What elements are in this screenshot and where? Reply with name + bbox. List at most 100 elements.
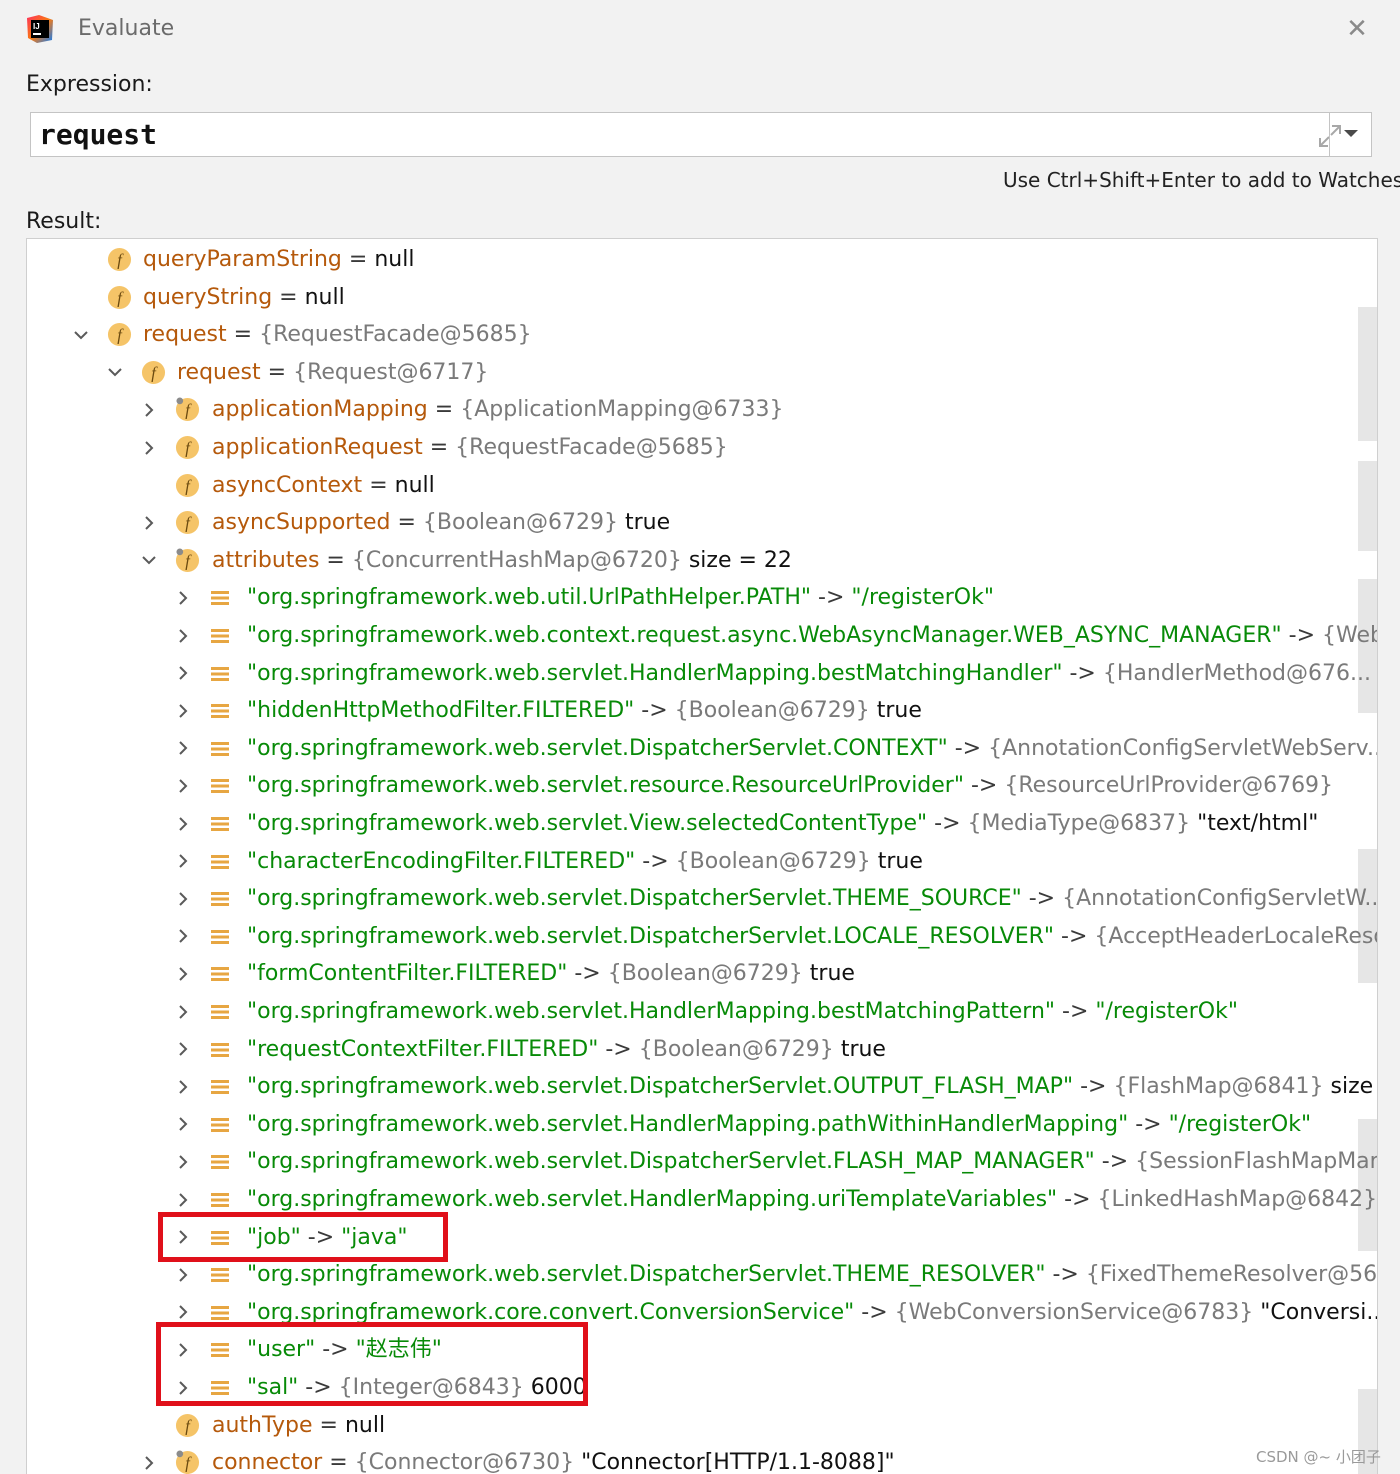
- tree-row[interactable]: "characterEncodingFilter.FILTERED" -> {B…: [27, 843, 1377, 880]
- chevron-down-icon[interactable]: [69, 316, 93, 353]
- operator: ->: [642, 848, 669, 874]
- chevron-right-icon[interactable]: [171, 1219, 195, 1256]
- map-entry-icon: [211, 854, 229, 869]
- tree-row-text: asyncContext = null: [212, 467, 435, 504]
- tree-row[interactable]: "org.springframework.web.servlet.resourc…: [27, 767, 1377, 804]
- chevron-right-icon[interactable]: [171, 1143, 195, 1180]
- tree-row-text: "org.springframework.web.servlet.View.se…: [247, 805, 1318, 842]
- type-label: {Request@6717}: [293, 359, 489, 385]
- chevron-right-icon[interactable]: [171, 1256, 195, 1293]
- chevron-right-icon[interactable]: [137, 429, 161, 466]
- result-tree[interactable]: f queryParamString = null f queryString = n…: [26, 238, 1378, 1474]
- chevron-right-icon[interactable]: [171, 880, 195, 917]
- chevron-right-icon[interactable]: [171, 1031, 195, 1068]
- tree-row[interactable]: "user" -> "赵志伟": [27, 1331, 1377, 1368]
- tree-row[interactable]: f applicationMapping = {ApplicationMappin…: [27, 391, 1377, 428]
- chevron-right-icon[interactable]: [171, 692, 195, 729]
- tree-row[interactable]: "org.springframework.web.servlet.View.se…: [27, 805, 1377, 842]
- tree-row[interactable]: f queryParamString = null: [27, 241, 1377, 278]
- operator: ->: [322, 1337, 349, 1363]
- map-entry-icon: [211, 591, 229, 606]
- chevron-right-icon[interactable]: [171, 617, 195, 654]
- tree-row[interactable]: f connector = {Connector@6730} "Connector…: [27, 1444, 1377, 1474]
- tree-row[interactable]: "job" -> "java": [27, 1219, 1377, 1256]
- tree-row[interactable]: f asyncSupported = {Boolean@6729} true: [27, 504, 1377, 541]
- tree-row[interactable]: f request = {Request@6717}: [27, 354, 1377, 391]
- chevron-right-icon[interactable]: [171, 805, 195, 842]
- tree-row[interactable]: "hiddenHttpMethodFilter.FILTERED" -> {Bo…: [27, 692, 1377, 729]
- map-entry-icon: [211, 1155, 229, 1170]
- chevron-right-icon[interactable]: [137, 504, 161, 541]
- field-name: connector: [212, 1450, 323, 1474]
- chevron-down-icon[interactable]: [103, 354, 127, 391]
- tree-row[interactable]: f queryString = null: [27, 279, 1377, 316]
- tree-row[interactable]: "formContentFilter.FILTERED" -> {Boolean…: [27, 955, 1377, 992]
- chevron-down-icon[interactable]: [137, 542, 161, 579]
- chevron-right-icon[interactable]: [171, 918, 195, 955]
- tree-row[interactable]: "org.springframework.web.servlet.Dispatc…: [27, 1143, 1377, 1180]
- chevron-right-icon[interactable]: [171, 730, 195, 767]
- tree-row[interactable]: "org.springframework.web.servlet.Dispatc…: [27, 918, 1377, 955]
- chevron-right-icon[interactable]: [171, 655, 195, 692]
- tree-row[interactable]: f request = {RequestFacade@5685}: [27, 316, 1377, 353]
- value-text: "Connector[HTTP/1.1-8088]": [581, 1450, 895, 1474]
- expression-editor[interactable]: [30, 112, 1372, 157]
- tree-row[interactable]: "org.springframework.web.servlet.Dispatc…: [27, 1068, 1377, 1105]
- tree-row-text: "org.springframework.web.servlet.Dispatc…: [247, 730, 1377, 767]
- type-label: {Connector@6730}: [354, 1450, 575, 1474]
- chevron-right-icon[interactable]: [137, 1444, 161, 1474]
- chevron-right-icon[interactable]: [171, 1331, 195, 1368]
- expression-input[interactable]: [31, 113, 1291, 156]
- chevron-right-icon[interactable]: [171, 1068, 195, 1105]
- tree-row-text: "org.springframework.web.servlet.Dispatc…: [247, 1143, 1377, 1180]
- chevron-right-icon[interactable]: [171, 1369, 195, 1406]
- tree-row[interactable]: "requestContextFilter.FILTERED" -> {Bool…: [27, 1031, 1377, 1068]
- chevron-right-icon[interactable]: [171, 955, 195, 992]
- operator: ->: [1064, 1187, 1091, 1212]
- tree-row[interactable]: "org.springframework.core.convert.Conver…: [27, 1294, 1377, 1331]
- map-entry-icon: [211, 1305, 229, 1320]
- map-key: "user": [247, 1337, 316, 1363]
- value-text: size = 0: [1330, 1074, 1377, 1100]
- tree-row[interactable]: f asyncContext = null: [27, 467, 1377, 504]
- operator: ->: [305, 1375, 332, 1400]
- tree-row[interactable]: "org.springframework.web.servlet.Dispatc…: [27, 880, 1377, 917]
- expression-history-button[interactable]: [1329, 113, 1371, 156]
- chevron-right-icon[interactable]: [137, 391, 161, 428]
- chevron-right-icon[interactable]: [171, 767, 195, 804]
- value-text: true: [877, 848, 923, 874]
- close-button[interactable]: ✕: [1340, 12, 1374, 46]
- map-key: "org.springframework.web.servlet.Handler…: [247, 1187, 1058, 1212]
- map-key: "org.springframework.web.servlet.Dispatc…: [247, 923, 1055, 949]
- chevron-right-icon[interactable]: [171, 1106, 195, 1143]
- tree-row[interactable]: "org.springframework.web.servlet.Dispatc…: [27, 730, 1377, 767]
- tree-row[interactable]: "org.springframework.web.util.UrlPathHel…: [27, 579, 1377, 616]
- tree-row[interactable]: f applicationRequest = {RequestFacade@568…: [27, 429, 1377, 466]
- chevron-right-icon[interactable]: [171, 993, 195, 1030]
- tree-row-text: attributes = {ConcurrentHashMap@6720} si…: [212, 542, 792, 579]
- tree-row[interactable]: f attributes = {ConcurrentHashMap@6720} s…: [27, 542, 1377, 579]
- tree-row-text: "org.springframework.web.servlet.resourc…: [247, 767, 1333, 804]
- tree-row[interactable]: f authType = null: [27, 1407, 1377, 1444]
- chevron-right-icon[interactable]: [171, 843, 195, 880]
- map-key: "hiddenHttpMethodFilter.FILTERED": [247, 698, 635, 724]
- type-label: {Boolean@6729}: [674, 698, 870, 724]
- tree-row[interactable]: "org.springframework.web.context.request…: [27, 617, 1377, 654]
- operator: ->: [1069, 660, 1096, 686]
- map-entry-icon: [211, 929, 229, 944]
- operator: ->: [1062, 999, 1089, 1024]
- chevron-right-icon[interactable]: [171, 1181, 195, 1218]
- map-entry-icon: [211, 1343, 229, 1358]
- field-final-icon: f: [175, 1450, 200, 1474]
- map-entry-icon: [211, 1381, 229, 1395]
- map-key: "org.springframework.web.util.UrlPathHel…: [247, 585, 812, 611]
- tree-row[interactable]: "sal" -> {Integer@6843} 6000: [27, 1369, 1377, 1406]
- tree-row[interactable]: "org.springframework.web.servlet.Handler…: [27, 1106, 1377, 1143]
- tree-row[interactable]: "org.springframework.web.servlet.Dispatc…: [27, 1256, 1377, 1293]
- field-icon: f: [107, 323, 132, 347]
- chevron-right-icon[interactable]: [171, 1294, 195, 1331]
- tree-row[interactable]: "org.springframework.web.servlet.Handler…: [27, 1181, 1377, 1218]
- chevron-right-icon[interactable]: [171, 579, 195, 616]
- tree-row[interactable]: "org.springframework.web.servlet.Handler…: [27, 993, 1377, 1030]
- tree-row[interactable]: "org.springframework.web.servlet.Handler…: [27, 655, 1377, 692]
